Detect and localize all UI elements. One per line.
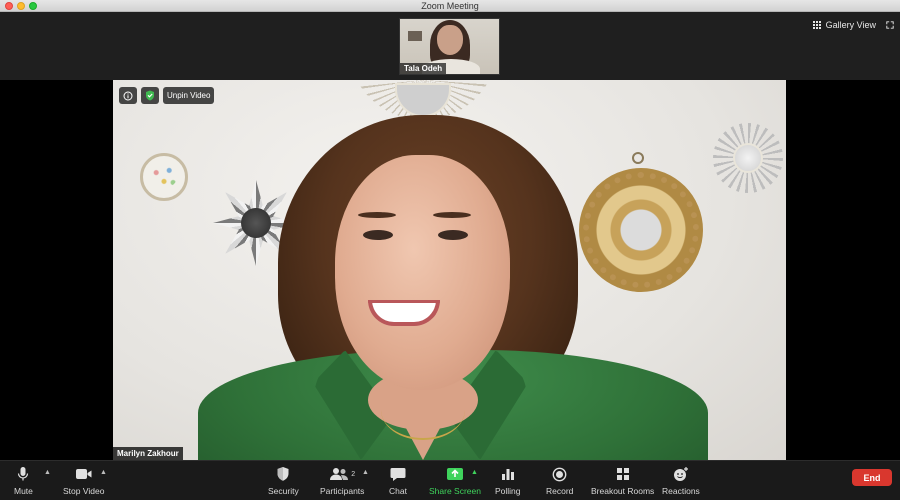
participants-label: Participants: [320, 486, 365, 496]
record-button[interactable]: Record: [546, 464, 573, 496]
polling-label: Polling: [495, 486, 521, 496]
reactions-label: Reactions: [662, 486, 700, 496]
participants-count: 2: [351, 470, 356, 478]
person-eye-right: [438, 230, 468, 240]
meeting-info-button[interactable]: [119, 87, 137, 104]
chat-bubble-icon: [390, 467, 406, 481]
participants-options-chevron-icon[interactable]: ▲: [362, 469, 369, 476]
participant-name-tag: Marilyn Zakhour: [113, 447, 183, 460]
share-screen-label: Share Screen: [429, 486, 481, 496]
microphone-icon: [18, 467, 29, 481]
gallery-view-label: Gallery View: [825, 20, 876, 30]
breakout-rooms-label: Breakout Rooms: [591, 486, 655, 496]
shield-icon: [277, 467, 289, 481]
main-video-feed[interactable]: Unpin Video Marilyn Zakhour: [113, 80, 786, 460]
video-options-chevron-icon[interactable]: ▲: [100, 469, 107, 476]
audio-options-chevron-icon[interactable]: ▲: [44, 469, 51, 476]
embroidery-hoop-pattern: [151, 166, 177, 188]
info-icon: [123, 91, 133, 100]
mute-label: Mute: [14, 486, 33, 496]
chat-button[interactable]: Chat: [389, 464, 407, 496]
end-meeting-button[interactable]: End: [852, 469, 892, 486]
top-participant-strip: Tala Odeh Gallery View: [0, 12, 900, 80]
emoji-plus-icon: [673, 467, 688, 481]
security-label: Security: [268, 486, 299, 496]
record-label: Record: [546, 486, 574, 496]
thumbnail-background-frame: [408, 31, 422, 41]
security-button[interactable]: Security: [268, 464, 299, 496]
record-icon: [552, 467, 567, 481]
window-title: Zoom Meeting: [421, 1, 479, 11]
stop-video-button[interactable]: Stop Video: [63, 464, 104, 496]
mute-button[interactable]: Mute: [14, 464, 33, 496]
meeting-toolbar: Mute ▲ Stop Video ▲ Security 2 Participa…: [0, 460, 900, 500]
stop-video-label: Stop Video: [63, 486, 105, 496]
shield-check-icon: [146, 90, 154, 101]
bar-chart-icon: [501, 469, 514, 480]
thumbnail-person-face: [437, 25, 463, 55]
video-camera-icon: [75, 469, 92, 479]
breakout-rooms-icon: [616, 468, 629, 480]
wall-hook: [632, 152, 644, 164]
thumbnail-name-label: Tala Odeh: [400, 63, 447, 74]
sunburst-mirror-right-glass: [733, 143, 763, 173]
macrame-mirror-fringe: [583, 172, 699, 288]
share-options-chevron-icon[interactable]: ▲: [471, 469, 478, 476]
breakout-rooms-button[interactable]: Breakout Rooms: [591, 464, 654, 496]
participants-button[interactable]: 2 Participants: [320, 464, 364, 496]
encryption-status-button[interactable]: [141, 87, 159, 104]
person-eyebrow-right: [433, 212, 471, 218]
participant-thumbnail[interactable]: Tala Odeh: [399, 18, 500, 75]
reactions-button[interactable]: Reactions: [662, 464, 700, 496]
video-overlay-controls: Unpin Video: [119, 87, 215, 104]
title-bar: Zoom Meeting: [0, 0, 900, 12]
gallery-view-button[interactable]: Gallery View: [812, 20, 876, 30]
participants-icon: [330, 468, 349, 480]
fullscreen-icon[interactable]: [886, 21, 894, 29]
unpin-video-button[interactable]: Unpin Video: [163, 87, 215, 104]
share-screen-icon: [446, 468, 463, 480]
person-eyebrow-left: [358, 212, 396, 218]
star-mirror-left-glass: [241, 208, 271, 238]
person-eye-left: [363, 230, 393, 240]
person-face: [335, 155, 510, 390]
polling-button[interactable]: Polling: [495, 464, 521, 496]
chat-label: Chat: [389, 486, 407, 496]
grid-icon: [812, 21, 821, 29]
